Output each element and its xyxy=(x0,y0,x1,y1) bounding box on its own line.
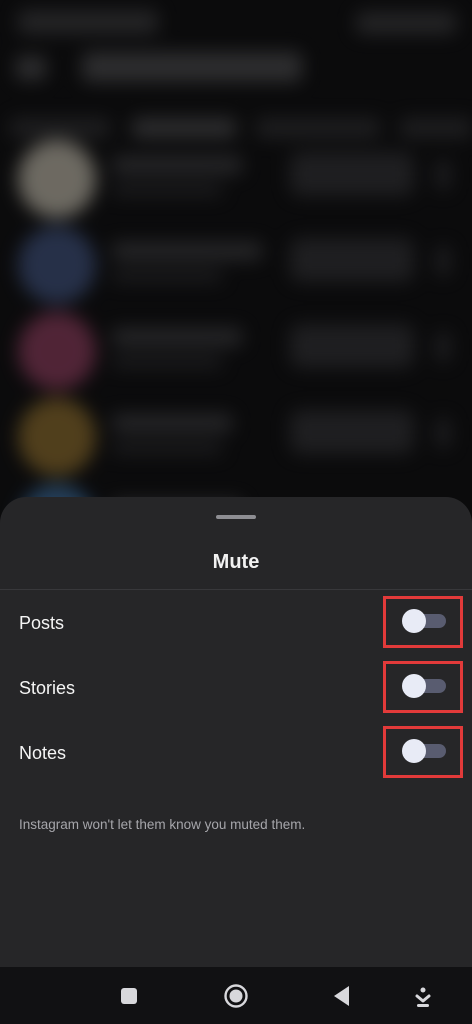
divider xyxy=(0,589,472,590)
mute-notes-label: Notes xyxy=(19,743,67,763)
toggle-knob xyxy=(402,609,426,633)
sheet-title: Mute xyxy=(212,551,260,573)
screen: Mute Posts Stories Notes Instagram won't… xyxy=(0,0,472,1024)
mute-posts-label: Posts xyxy=(19,613,65,633)
navigation-bar xyxy=(0,967,472,1024)
recents-icon[interactable] xyxy=(112,979,146,1013)
blurred-background-app xyxy=(0,0,472,562)
sheet-drag-handle[interactable] xyxy=(216,515,256,519)
home-icon[interactable] xyxy=(219,979,253,1013)
toggle-knob xyxy=(402,739,426,763)
mute-posts-row[interactable]: Posts xyxy=(0,595,472,655)
mute-notes-row[interactable]: Notes xyxy=(0,725,472,785)
mute-stories-row[interactable]: Stories xyxy=(0,660,472,720)
back-icon[interactable] xyxy=(325,979,359,1013)
keyboard-dismiss-icon[interactable] xyxy=(406,979,440,1013)
mute-footnote: Instagram won't let them know you muted … xyxy=(19,817,306,832)
mute-posts-toggle[interactable] xyxy=(400,609,448,633)
mute-bottom-sheet: Mute Posts Stories Notes Instagram won't… xyxy=(0,497,472,967)
mute-stories-label: Stories xyxy=(19,678,76,698)
mute-notes-toggle[interactable] xyxy=(400,739,448,763)
toggle-knob xyxy=(402,674,426,698)
mute-stories-toggle[interactable] xyxy=(400,674,448,698)
